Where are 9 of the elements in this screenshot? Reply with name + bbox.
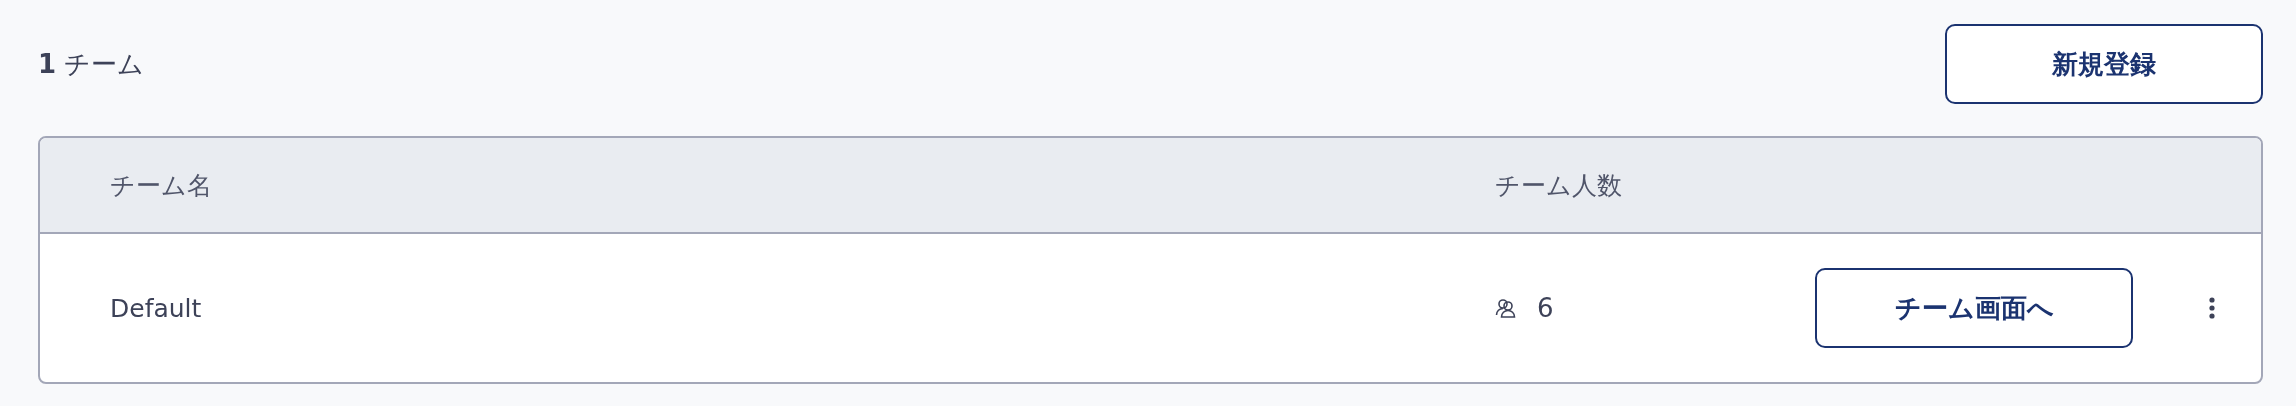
column-header: チーム名 [110, 169, 213, 202]
team-name: Default [110, 293, 203, 323]
more-options-icon[interactable] [2208, 296, 2216, 320]
register-button[interactable]: 新規登録 [1945, 24, 2263, 104]
team-screen-button[interactable]: チーム画面へ [1815, 268, 2133, 348]
column-header: チーム人数 [1495, 169, 1622, 202]
member-count: 6 [1537, 293, 1554, 323]
team-count: 1 チーム [38, 47, 145, 81]
people-icon [1495, 297, 1517, 319]
